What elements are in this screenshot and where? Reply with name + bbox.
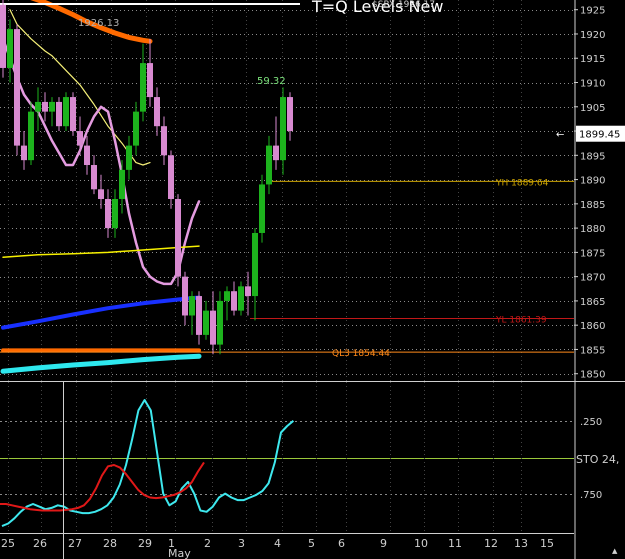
price-tick-label: 1855 [580, 345, 605, 356]
level-label: YL 1861.39 [495, 315, 547, 325]
date-tick-label: 26 [33, 537, 47, 550]
candle-body [133, 111, 139, 146]
candle-body [182, 276, 188, 316]
date-tick-label: 9 [380, 537, 387, 550]
price-axis-border [574, 0, 576, 559]
candle-body [70, 97, 76, 132]
sto-tick-label: .750 [580, 490, 602, 501]
candle-body [287, 97, 293, 132]
month-label: May [168, 547, 191, 559]
candle-body [161, 126, 167, 156]
candle-body [266, 145, 272, 185]
price-tick-label: 1885 [580, 200, 605, 211]
price-tick-label: 1915 [580, 54, 605, 65]
candle-body [56, 101, 62, 127]
date-tick-label: 6 [338, 537, 345, 550]
sto-indicator-label: STO 24, [576, 453, 619, 466]
candle-body [49, 101, 55, 112]
price-tick-label: 1905 [580, 103, 605, 114]
candle-body [259, 184, 265, 233]
sto-tick-label: .250 [580, 417, 602, 428]
candle-body [7, 29, 13, 68]
candle-body [175, 198, 181, 277]
price-tick-label: 1920 [580, 30, 605, 41]
candle-body [231, 291, 237, 311]
candle-body [210, 310, 216, 345]
candle-body [63, 97, 69, 127]
date-tick-label: 13 [514, 537, 528, 550]
date-tick-label: 4 [274, 537, 281, 550]
price-tick-label: 1850 [580, 370, 605, 381]
last-price-arrow-icon: ← [556, 130, 564, 141]
date-tick-label: 2 [204, 537, 211, 550]
candle-body [0, 4, 6, 68]
candle-body [98, 189, 104, 199]
date-tick-label: 11 [448, 537, 462, 550]
level-label: QL3 1854.44 [332, 349, 390, 359]
candle-body [140, 63, 146, 112]
candle-body [77, 131, 83, 146]
candle-body [91, 165, 97, 190]
candle-body [224, 291, 230, 301]
date-tick-label: 12 [484, 537, 498, 550]
candle-body [119, 169, 125, 199]
candle-body [147, 63, 153, 98]
date-tick-label: 3 [238, 537, 245, 550]
candle-body [28, 111, 34, 161]
date-tick-label: 29 [138, 537, 152, 550]
candle-body [35, 101, 41, 112]
candle-body [189, 296, 195, 316]
candle-body [154, 97, 160, 127]
candle-body [217, 300, 223, 345]
date-tick-label: 5 [308, 537, 315, 550]
candle-body [14, 29, 20, 146]
price-tick-label: 1860 [580, 321, 605, 332]
price-tick-label: 1865 [580, 297, 605, 308]
candle-body [273, 145, 279, 161]
price-tick-label: 1895 [580, 151, 605, 162]
date-tick-label: 28 [103, 537, 117, 550]
candle-body [112, 198, 118, 229]
price-tick-label: 1875 [580, 248, 605, 259]
level-label: YH 1889.64 [495, 178, 549, 188]
price-tick-label: 1910 [580, 79, 605, 90]
price-tick-label: 1880 [580, 224, 605, 235]
candle-body [126, 145, 132, 170]
date-tick-label: 15 [540, 537, 554, 550]
chart-root: YH 1889.64YL 1861.39QL3 1854.441926.1359… [0, 0, 625, 559]
candle-body [105, 198, 111, 229]
scroll-arrow-icon[interactable]: ▲ [612, 547, 618, 555]
candle-body [238, 286, 244, 311]
candle-body [84, 145, 90, 166]
candle-body [252, 232, 258, 297]
date-tick-label: 10 [414, 537, 428, 550]
indicator-label: 1926.13 [78, 18, 119, 29]
candle-body [245, 286, 251, 297]
last-price-label: 1899.45 [579, 130, 620, 141]
candle-body [21, 145, 27, 161]
candle-body [42, 101, 48, 112]
date-tick-label: 25 [1, 537, 15, 550]
candle-body [168, 155, 174, 199]
candle-body [196, 296, 202, 335]
price-tick-label: 1890 [580, 176, 605, 187]
indicator-label: 59.32 [257, 76, 286, 87]
candle-body [280, 97, 286, 161]
symbol-label: $SPX 1926.17 [372, 0, 435, 10]
candle-body [203, 310, 209, 335]
price-tick-label: 1870 [580, 273, 605, 284]
price-tick-label: 1925 [580, 6, 605, 17]
date-tick-label: 27 [68, 537, 82, 550]
